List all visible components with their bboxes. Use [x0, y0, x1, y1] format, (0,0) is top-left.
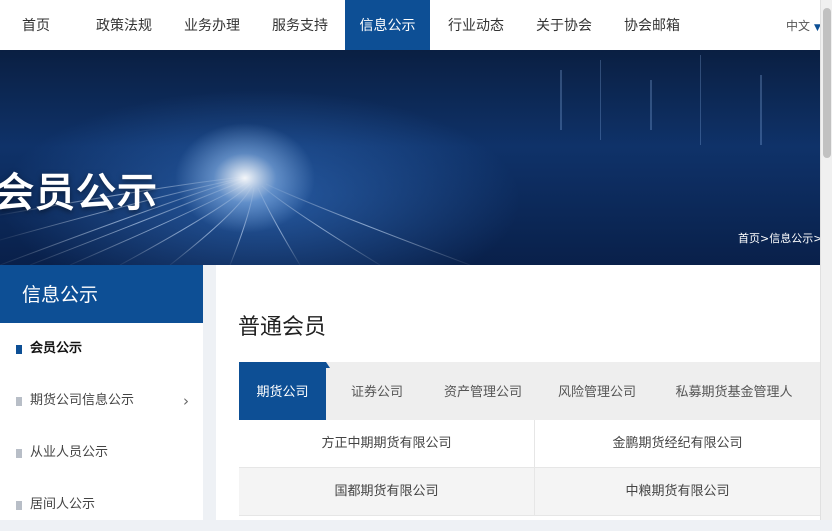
bullet-icon [16, 397, 22, 406]
sidebar-item-intermediaries[interactable]: 居间人公示 [0, 479, 203, 531]
sidebar-item-label: 期货公司信息公示 [30, 393, 135, 408]
chevron-right-icon: › [183, 392, 189, 410]
sidebar-item-label: 会员公示 [30, 341, 83, 356]
member-link[interactable]: 方正中期期货有限公司 [239, 420, 535, 467]
language-selector[interactable]: 中文 ▼ [786, 0, 821, 50]
page-scrollbar[interactable] [820, 0, 832, 520]
bullet-icon [16, 449, 22, 458]
sidebar-heading: 信息公示 [0, 265, 203, 323]
member-link[interactable]: 国都期货有限公司 [239, 468, 535, 515]
table-row: 方正中期期货有限公司 金鹏期货经纪有限公司 [239, 420, 820, 468]
page-title: 普通会员 [238, 315, 327, 340]
tab-asset-management[interactable]: 资产管理公司 [431, 362, 535, 420]
tab-securities-companies[interactable]: 证券公司 [331, 362, 423, 420]
language-label: 中文 [786, 19, 811, 33]
tab-risk-management[interactable]: 风险管理公司 [545, 362, 649, 420]
tab-bar: 期货公司 证券公司 资产管理公司 风险管理公司 私募期货基金管理人 [239, 362, 820, 420]
member-link[interactable]: 金鹏期货经纪有限公司 [535, 420, 820, 467]
breadcrumb[interactable]: 首页>信息公示>会员 [738, 230, 820, 246]
main-panel: 普通会员 期货公司 证券公司 资产管理公司 风险管理公司 私募期货基金管理人 方… [216, 265, 820, 520]
sidebar-item-member-disclosure[interactable]: 会员公示 [0, 323, 203, 375]
bullet-icon [16, 501, 22, 510]
nav-item-policies[interactable]: 政策法规 [86, 0, 162, 50]
sidebar-item-label: 居间人公示 [30, 497, 96, 512]
sidebar-item-futures-company-info[interactable]: 期货公司信息公示 › [0, 375, 203, 427]
banner-title: 会员公示 [0, 170, 158, 216]
member-link[interactable]: 中粮期货有限公司 [535, 468, 820, 515]
scrollbar-thumb[interactable] [823, 8, 831, 158]
top-nav: 首页 政策法规 业务办理 服务支持 信息公示 行业动态 关于协会 协会邮箱 中文… [0, 0, 821, 51]
tab-futures-companies[interactable]: 期货公司 [239, 362, 330, 420]
sidebar-item-label: 从业人员公示 [30, 445, 109, 460]
nav-item-mailbox[interactable]: 协会邮箱 [614, 0, 690, 50]
hero-banner: 会员公示 首页>信息公示>会员 [0, 50, 820, 265]
member-table: 方正中期期货有限公司 金鹏期货经纪有限公司 国都期货有限公司 中粮期货有限公司 [239, 420, 820, 516]
nav-item-info-disclosure[interactable]: 信息公示 [345, 0, 430, 50]
nav-item-services[interactable]: 服务支持 [262, 0, 338, 50]
nav-item-industry-news[interactable]: 行业动态 [438, 0, 514, 50]
nav-item-home[interactable]: 首页 [0, 0, 72, 50]
nav-item-business[interactable]: 业务办理 [174, 0, 250, 50]
bullet-icon [16, 345, 22, 354]
tab-private-fund-managers[interactable]: 私募期货基金管理人 [659, 362, 809, 420]
nav-item-about[interactable]: 关于协会 [526, 0, 602, 50]
table-row: 国都期货有限公司 中粮期货有限公司 [239, 468, 820, 516]
data-stream-graphic [0, 55, 762, 265]
sidebar-menu: 会员公示 期货公司信息公示 › 从业人员公示 居间人公示 [0, 323, 203, 520]
sidebar-item-practitioners[interactable]: 从业人员公示 [0, 427, 203, 479]
